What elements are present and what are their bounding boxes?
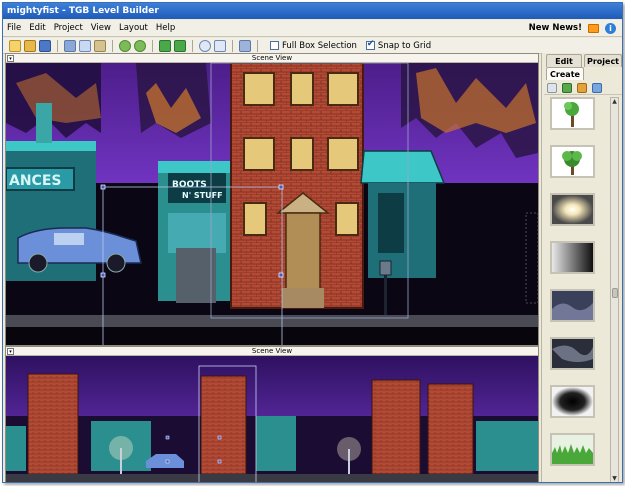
script-icon[interactable] — [592, 82, 602, 93]
library-toolbar — [544, 81, 622, 95]
select-icon[interactable] — [214, 39, 226, 52]
tab-project[interactable]: Project — [584, 54, 622, 67]
collapse-icon[interactable]: ▾ — [7, 348, 14, 355]
toolbar-separator — [152, 39, 153, 52]
window-title: mightyfist - TGB Level Builder — [7, 6, 159, 16]
app-window: mightyfist - TGB Level Builder File Edit P… — [2, 2, 623, 483]
scene-view-overview[interactable]: ▾ Scene View — [5, 346, 539, 482]
image-icon[interactable] — [562, 82, 572, 93]
tree-thumbnail[interactable] — [550, 97, 595, 130]
snap-to-grid-checkbox[interactable] — [365, 39, 375, 50]
menu-project[interactable]: Project — [50, 20, 87, 37]
overview-scene-art — [6, 356, 538, 482]
store-sign-text: BOOTS — [172, 180, 207, 190]
undo-icon[interactable] — [119, 39, 131, 52]
scene-view-header: ▾ Scene View — [6, 54, 538, 63]
thumbnail-list — [550, 97, 600, 479]
play-icon[interactable] — [199, 39, 211, 52]
toolbar-separator — [192, 39, 193, 52]
shop-sign-text: ANCES — [9, 173, 61, 189]
scroll-up-icon[interactable]: ▲ — [611, 98, 618, 105]
folder-icon[interactable] — [174, 39, 186, 52]
gradient-icon — [552, 243, 593, 272]
teal-cafe — [360, 150, 446, 278]
toolbar-separator — [112, 39, 113, 52]
copy-icon[interactable] — [79, 39, 91, 52]
tab-edit-label: Edit — [555, 57, 573, 66]
paste-icon[interactable] — [94, 39, 106, 52]
overview-canvas[interactable] — [6, 356, 538, 482]
camera-icon[interactable] — [239, 39, 251, 52]
glow-thumbnail[interactable] — [550, 193, 595, 226]
toolbar-separator — [257, 39, 258, 52]
collapse-icon[interactable]: ▾ — [7, 55, 14, 62]
tab-edit[interactable]: Edit — [546, 54, 582, 67]
object-library-panel: Edit Project Create ▲ ▼ — [541, 53, 622, 482]
page-icon[interactable] — [547, 82, 557, 93]
fog-icon — [552, 291, 593, 320]
library-scrollbar[interactable]: ▲ ▼ — [610, 97, 619, 482]
scene-view-main[interactable]: ▾ Scene View ANCES BOOTS N' STUFF — [5, 53, 539, 346]
toolbar-separator — [57, 39, 58, 52]
menu-edit[interactable]: Edit — [25, 20, 49, 37]
new-icon[interactable] — [9, 39, 21, 52]
toolbar: Full Box Selection Snap to Grid — [3, 38, 622, 54]
news-label[interactable]: New News! — [529, 20, 582, 37]
bush-thumbnail[interactable] — [550, 145, 595, 178]
scroll-down-icon[interactable]: ▼ — [611, 475, 618, 482]
tab-project-label: Project — [586, 57, 620, 66]
bush-icon — [562, 151, 582, 175]
title-bar: mightyfist - TGB Level Builder — [3, 3, 622, 19]
grid-icon[interactable] — [577, 82, 587, 93]
scene-view-header: ▾ Scene View — [6, 347, 538, 356]
sidewalk — [6, 315, 538, 327]
menu-layout[interactable]: Layout — [115, 20, 152, 37]
toolbar-separator — [232, 39, 233, 52]
store-sign-text: N' STUFF — [182, 191, 223, 200]
full-box-selection-checkbox[interactable] — [270, 41, 279, 50]
redo-icon[interactable] — [134, 39, 146, 52]
news-icon[interactable] — [588, 24, 599, 33]
snap-to-grid-label: Snap to Grid — [377, 40, 432, 51]
add-folder-icon[interactable] — [159, 39, 171, 52]
dark-circle-thumbnail[interactable] — [550, 385, 595, 418]
gradient-thumbnail[interactable] — [550, 241, 595, 274]
tab-create-label: Create — [550, 70, 580, 79]
snap-to-grid-toggle[interactable]: Snap to Grid — [365, 39, 432, 51]
news-area: New News! i — [529, 20, 616, 37]
boots-store: BOOTS N' STUFF — [158, 161, 233, 303]
menu-help[interactable]: Help — [152, 20, 179, 37]
grass-thumbnail[interactable] — [550, 433, 595, 466]
scene-view-title: Scene View — [251, 347, 293, 355]
menu-file[interactable]: File — [3, 20, 25, 37]
scene-view-title: Scene View — [251, 54, 293, 62]
scrollbar-thumb[interactable] — [612, 288, 618, 298]
level-canvas[interactable]: ANCES BOOTS N' STUFF — [6, 62, 538, 345]
menu-bar: File Edit Project View Layout Help New News! … — [3, 20, 622, 37]
cut-icon[interactable] — [64, 39, 76, 52]
tab-create[interactable]: Create — [546, 67, 584, 80]
full-box-selection-toggle[interactable]: Full Box Selection — [270, 41, 357, 51]
menu-view[interactable]: View — [87, 20, 115, 37]
tree-icon — [564, 102, 579, 127]
grass-icon — [552, 435, 593, 464]
smoke-icon — [552, 339, 593, 368]
dark-circle-icon — [552, 387, 593, 416]
save-icon[interactable] — [39, 39, 51, 52]
glow-icon — [552, 195, 593, 224]
brick-building — [230, 62, 364, 309]
smoke-thumbnail[interactable] — [550, 337, 595, 370]
info-icon[interactable]: i — [605, 23, 616, 34]
open-icon[interactable] — [24, 39, 36, 52]
level-scene-art: ANCES BOOTS N' STUFF — [6, 62, 538, 345]
fog-thumbnail[interactable] — [550, 289, 595, 322]
full-box-selection-label: Full Box Selection — [282, 40, 357, 51]
